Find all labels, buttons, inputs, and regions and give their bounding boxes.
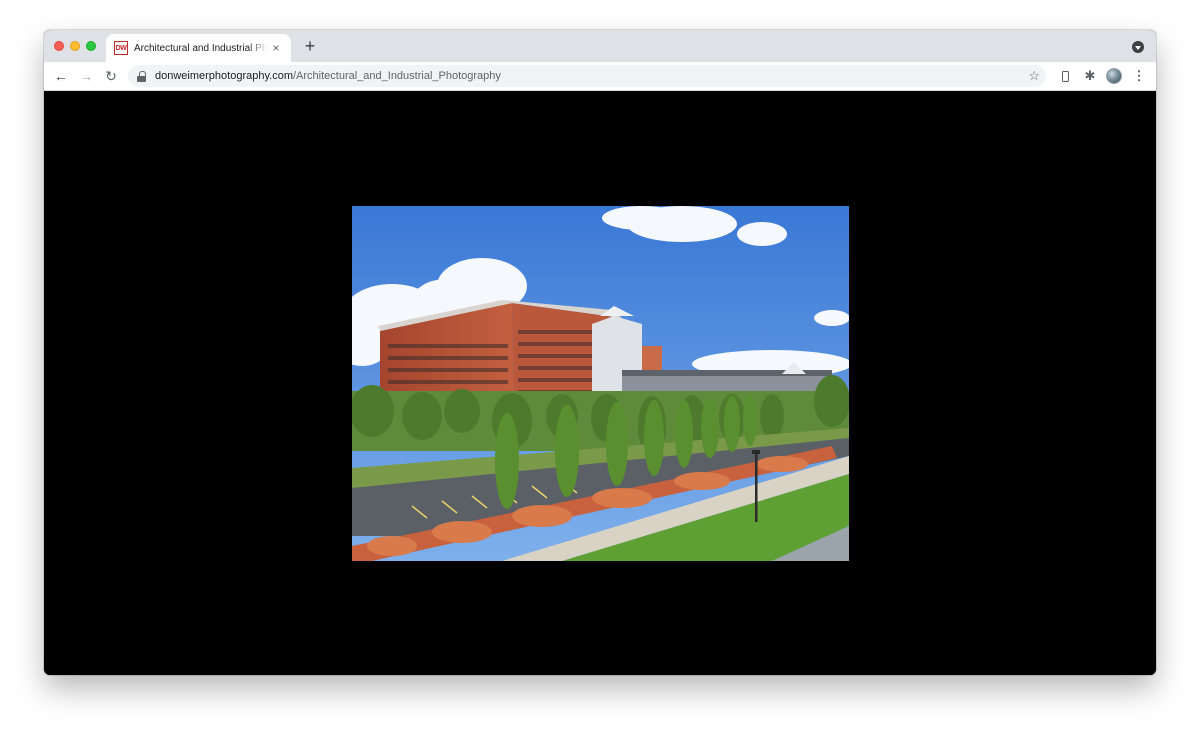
forward-button[interactable]: → [76, 66, 96, 86]
browser-toolbar: ← → ↻ donweimerphotography.com/Architect… [44, 62, 1156, 91]
profile-avatar-button[interactable] [1105, 67, 1123, 85]
new-tab-button[interactable]: + [300, 36, 320, 56]
kebab-menu-icon[interactable]: ⋮ [1130, 67, 1148, 85]
back-button[interactable]: ← [51, 66, 71, 86]
tab-strip: DW Architectural and Industrial Photogra… [44, 30, 1156, 62]
tab-title: Architectural and Industrial Photography [134, 42, 268, 54]
site-favicon-icon: DW [114, 41, 128, 55]
lock-icon[interactable] [137, 70, 146, 82]
url-text[interactable]: donweimerphotography.com/Architectural_a… [155, 70, 501, 82]
phone-icon[interactable] [1056, 67, 1074, 85]
active-tab[interactable]: DW Architectural and Industrial Photogra… [106, 34, 291, 62]
minimize-window-button[interactable] [70, 41, 80, 51]
url-path: /Architectural_and_Industrial_Photograph… [292, 70, 501, 82]
tab-search-icon[interactable] [1132, 41, 1144, 53]
reload-button[interactable]: ↻ [101, 66, 121, 86]
page-content [44, 91, 1156, 675]
photo-illustration [352, 206, 849, 561]
maximize-window-button[interactable] [86, 41, 96, 51]
close-window-button[interactable] [54, 41, 64, 51]
bookmark-star-icon[interactable]: ☆ [1028, 67, 1040, 85]
avatar-icon [1106, 68, 1122, 84]
phone-shape [1061, 70, 1069, 82]
tab-close-icon[interactable]: × [269, 41, 283, 55]
url-domain: donweimerphotography.com [155, 70, 293, 82]
puzzle-icon[interactable]: ✱ [1081, 67, 1099, 85]
building-photo[interactable] [352, 206, 849, 561]
browser-window: DW Architectural and Industrial Photogra… [44, 30, 1156, 675]
address-bar[interactable]: donweimerphotography.com/Architectural_a… [128, 65, 1046, 87]
